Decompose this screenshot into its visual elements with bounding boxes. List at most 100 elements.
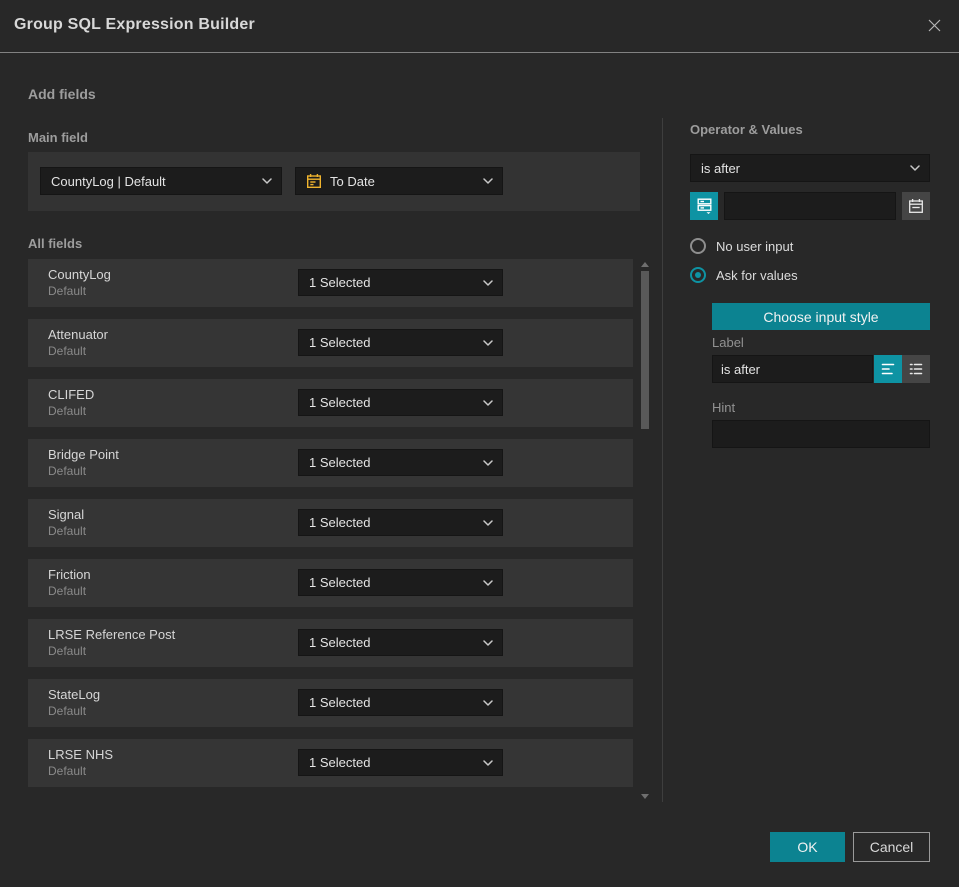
- field-selection-value: 1 Selected: [309, 755, 371, 770]
- dialog-header: Group SQL Expression Builder: [0, 0, 959, 53]
- add-fields-heading: Add fields: [28, 86, 96, 102]
- field-selection-value: 1 Selected: [309, 575, 371, 590]
- list-input-icon: [909, 363, 923, 375]
- field-subtitle: Default: [48, 764, 87, 778]
- field-name: LRSE NHS: [48, 747, 114, 762]
- field-selection-dropdown[interactable]: 1 Selected: [298, 389, 503, 416]
- field-row: Friction Default 1 Selected: [28, 559, 633, 607]
- chevron-down-icon: [483, 399, 493, 406]
- all-fields-list: CountyLog Default 1 Selected Attenuator …: [28, 259, 633, 799]
- field-selection-value: 1 Selected: [309, 455, 371, 470]
- chevron-down-icon: [910, 165, 920, 171]
- close-icon[interactable]: [924, 17, 944, 37]
- chevron-down-icon: [483, 759, 493, 766]
- field-subtitle: Default: [48, 644, 87, 658]
- calendar-icon: [909, 198, 923, 213]
- radio-selected-icon: [690, 267, 706, 283]
- field-name: Attenuator: [48, 327, 108, 342]
- list-scrollbar[interactable]: [640, 258, 650, 803]
- header-divider: [0, 52, 959, 53]
- chevron-down-icon: [483, 579, 493, 586]
- scroll-up-arrow[interactable]: [641, 262, 649, 267]
- field-name: StateLog: [48, 687, 101, 702]
- field-selection-dropdown[interactable]: 1 Selected: [298, 509, 503, 536]
- radio-no-user-input-label: No user input: [716, 238, 794, 254]
- calendar-icon: [306, 173, 322, 189]
- field-selection-dropdown[interactable]: 1 Selected: [298, 329, 503, 356]
- field-row: LRSE NHS Default 1 Selected: [28, 739, 633, 787]
- field-selection-value: 1 Selected: [309, 695, 371, 710]
- chevron-down-icon: [483, 699, 493, 706]
- label-input[interactable]: [712, 355, 873, 383]
- field-selection-dropdown[interactable]: 1 Selected: [298, 569, 503, 596]
- group-sql-expression-builder-dialog: Group SQL Expression Builder Add fields …: [0, 0, 959, 887]
- field-row: CountyLog Default 1 Selected: [28, 259, 633, 307]
- date-type-select[interactable]: To Date: [295, 167, 503, 195]
- field-subtitle: Default: [48, 344, 87, 358]
- main-field-label: Main field: [28, 130, 88, 145]
- date-type-select-value: To Date: [330, 173, 375, 189]
- scroll-down-arrow[interactable]: [641, 794, 649, 799]
- chevron-down-icon: [483, 639, 493, 646]
- radio-no-user-input[interactable]: No user input: [690, 238, 798, 254]
- chevron-down-icon: [483, 178, 493, 184]
- value-list-button[interactable]: [690, 192, 718, 220]
- field-selection-dropdown[interactable]: 1 Selected: [298, 449, 503, 476]
- value-list-icon: [697, 198, 711, 215]
- user-input-radios: No user input Ask for values: [690, 238, 798, 296]
- chevron-down-icon: [483, 279, 493, 286]
- field-name: Friction: [48, 567, 91, 582]
- chevron-down-icon: [483, 339, 493, 346]
- hint-label: Hint: [712, 400, 736, 415]
- all-fields-label: All fields: [28, 236, 83, 251]
- field-selection-value: 1 Selected: [309, 515, 371, 530]
- field-row: CLIFED Default 1 Selected: [28, 379, 633, 427]
- radio-ask-for-values-label: Ask for values: [716, 267, 798, 283]
- radio-icon: [690, 238, 706, 254]
- field-row: Bridge Point Default 1 Selected: [28, 439, 633, 487]
- field-subtitle: Default: [48, 284, 87, 298]
- field-selection-dropdown[interactable]: 1 Selected: [298, 689, 503, 716]
- field-subtitle: Default: [48, 404, 87, 418]
- field-selection-dropdown[interactable]: 1 Selected: [298, 749, 503, 776]
- radio-ask-for-values[interactable]: Ask for values: [690, 267, 798, 283]
- field-row: Signal Default 1 Selected: [28, 499, 633, 547]
- choose-input-style-button[interactable]: Choose input style: [712, 303, 930, 330]
- operator-select[interactable]: is after: [690, 154, 930, 182]
- main-field-select[interactable]: CountyLog | Default: [40, 167, 282, 195]
- field-name: CLIFED: [48, 387, 95, 402]
- main-field-select-value: CountyLog | Default: [51, 173, 166, 189]
- field-name: Signal: [48, 507, 85, 522]
- single-input-style-button[interactable]: [874, 355, 902, 383]
- value-row: [690, 192, 930, 220]
- field-selection-value: 1 Selected: [309, 395, 371, 410]
- operator-values-panel: Operator & Values is after No user input: [690, 122, 930, 448]
- field-subtitle: Default: [48, 704, 87, 718]
- field-name: LRSE Reference Post: [48, 627, 176, 642]
- field-subtitle: Default: [48, 584, 87, 598]
- field-subtitle: Default: [48, 524, 87, 538]
- hint-input[interactable]: [712, 420, 930, 448]
- field-subtitle: Default: [48, 464, 87, 478]
- chevron-down-icon: [262, 178, 272, 184]
- field-name: Bridge Point: [48, 447, 119, 462]
- ok-button[interactable]: OK: [770, 832, 845, 862]
- field-selection-dropdown[interactable]: 1 Selected: [298, 629, 503, 656]
- operator-values-heading: Operator & Values: [690, 122, 803, 137]
- label-row: [712, 355, 930, 383]
- chevron-down-icon: [483, 519, 493, 526]
- dialog-title: Group SQL Expression Builder: [14, 16, 255, 33]
- field-row: LRSE Reference Post Default 1 Selected: [28, 619, 633, 667]
- list-input-style-button[interactable]: [902, 355, 930, 383]
- value-input[interactable]: [724, 192, 896, 220]
- field-name: CountyLog: [48, 267, 111, 282]
- field-selection-value: 1 Selected: [309, 335, 371, 350]
- field-selection-value: 1 Selected: [309, 275, 371, 290]
- calendar-picker-button[interactable]: [902, 192, 930, 220]
- operator-select-value: is after: [701, 160, 741, 176]
- field-selection-dropdown[interactable]: 1 Selected: [298, 269, 503, 296]
- scrollbar-thumb[interactable]: [641, 271, 649, 429]
- field-row: Attenuator Default 1 Selected: [28, 319, 633, 367]
- label-label: Label: [712, 335, 744, 350]
- cancel-button[interactable]: Cancel: [853, 832, 930, 862]
